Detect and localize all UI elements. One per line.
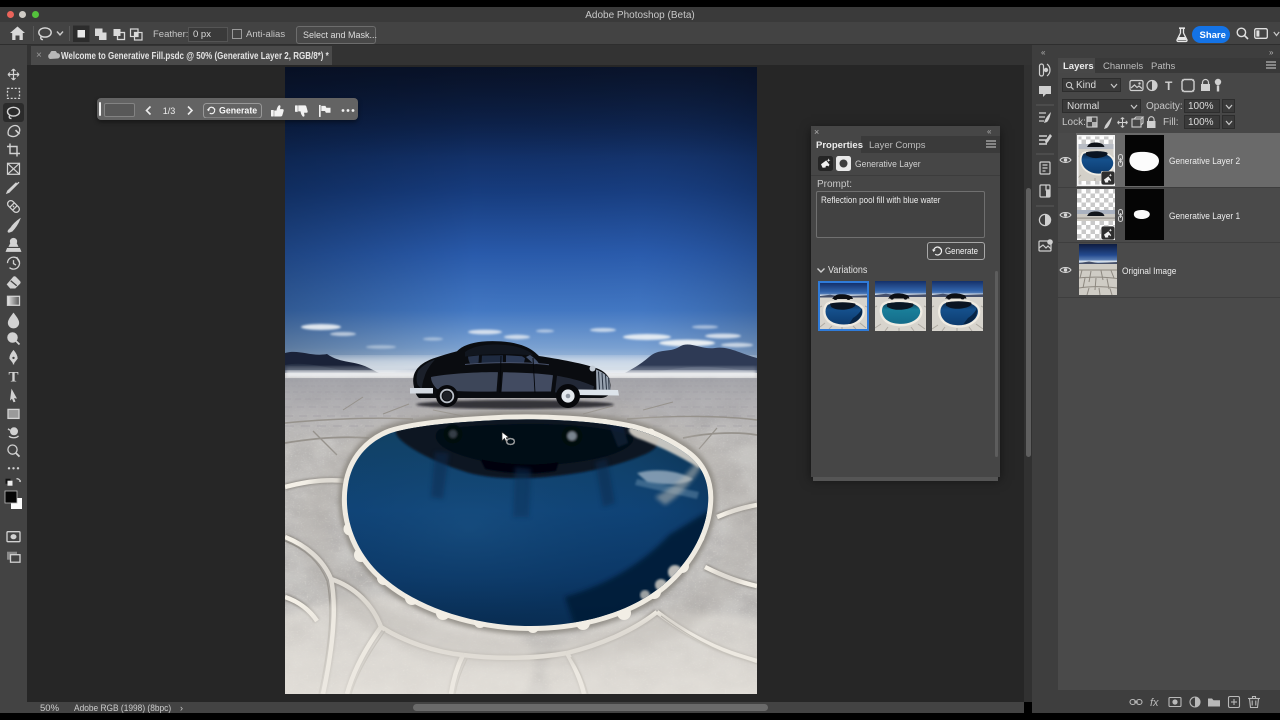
svg-text:T: T [1165,79,1173,93]
svg-text:fx: fx [1150,697,1159,709]
svg-text:1/3: 1/3 [163,106,176,116]
svg-text:T: T [8,370,18,386]
svg-text:Generate: Generate [219,105,257,115]
